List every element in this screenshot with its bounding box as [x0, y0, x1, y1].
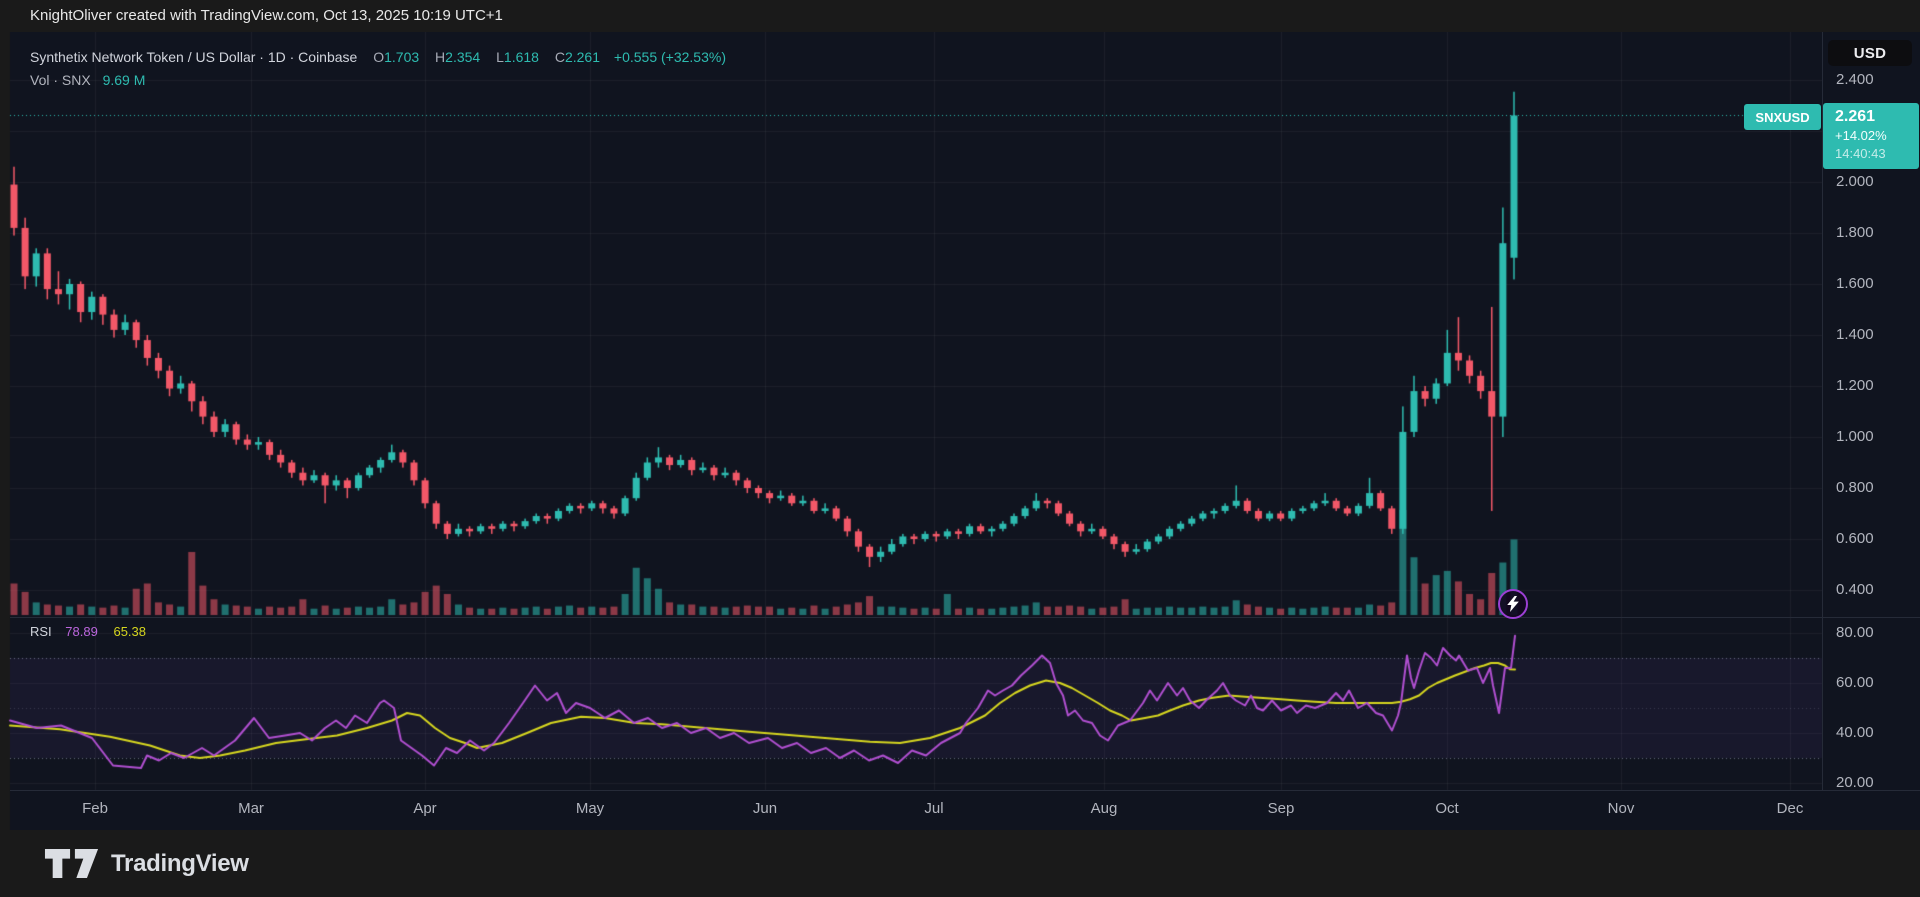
last-price-value: 2.261: [1835, 107, 1919, 127]
time-tick-label: Mar: [238, 800, 264, 817]
rsi-ma-value: 65.38: [113, 624, 146, 639]
rsi-value: 78.89: [65, 624, 98, 639]
change-value: +0.555 (+32.53%): [614, 49, 726, 65]
last-price-change-pct: +14.02%: [1835, 127, 1919, 145]
ohlc-close-key: C: [555, 49, 565, 65]
price-tick-label: 1.200: [1836, 377, 1874, 394]
footer: TradingView: [0, 830, 1920, 897]
time-tick-label: Oct: [1435, 800, 1458, 817]
time-tick-label: Jul: [924, 800, 943, 817]
attribution-text: KnightOliver created with TradingView.co…: [30, 7, 503, 24]
symbol-price-chip: SNXUSD: [1744, 104, 1821, 130]
symbol-title: Synthetix Network Token / US Dollar · 1D…: [30, 49, 357, 65]
rsi-tick-label: 80.00: [1836, 624, 1874, 641]
last-price-label: 2.261 +14.02% 14:40:43: [1823, 103, 1919, 169]
currency-button[interactable]: USD: [1828, 40, 1912, 66]
time-tick-label: May: [576, 800, 604, 817]
ohlc-high-value: 2.354: [445, 49, 480, 65]
price-tick-label: 1.400: [1836, 326, 1874, 343]
ohlc-low-key: L: [496, 49, 504, 65]
rsi-tick-label: 20.00: [1836, 774, 1874, 791]
price-tick-label: 0.600: [1836, 530, 1874, 547]
attribution-bar: KnightOliver created with TradingView.co…: [0, 0, 1920, 32]
ohlc-open-key: O: [373, 49, 384, 65]
ohlc-open-value: 1.703: [384, 49, 419, 65]
ohlc-high-key: H: [435, 49, 445, 65]
time-axis[interactable]: Feb Mar Apr May Jun Jul Aug Sep Oct Nov Dec: [10, 790, 1920, 830]
bar-countdown: 14:40:43: [1835, 145, 1919, 163]
price-tick-label: 2.400: [1836, 71, 1874, 88]
lightning-icon: [1506, 596, 1520, 612]
price-tick-label: 2.000: [1836, 173, 1874, 190]
time-tick-label: Apr: [413, 800, 436, 817]
price-tick-label: 1.600: [1836, 275, 1874, 292]
rsi-label: RSI: [30, 624, 52, 639]
price-tick-label: 0.400: [1836, 581, 1874, 598]
price-tick-label: 1.000: [1836, 428, 1874, 445]
tradingview-logo-icon[interactable]: [44, 848, 100, 879]
volume-label: Vol · SNX: [30, 72, 91, 88]
pane-separator[interactable]: [10, 617, 1920, 618]
price-tick-label: 0.800: [1836, 479, 1874, 496]
volume-legend: Vol · SNX 9.69 M: [30, 72, 145, 88]
chart-area: Synthetix Network Token / US Dollar · 1D…: [0, 32, 1920, 830]
price-tick-label: 1.800: [1836, 224, 1874, 241]
rsi-tick-label: 40.00: [1836, 724, 1874, 741]
lightning-button[interactable]: [1498, 589, 1528, 619]
time-tick-label: Sep: [1268, 800, 1295, 817]
time-tick-label: Nov: [1608, 800, 1635, 817]
volume-value: 9.69 M: [103, 72, 146, 88]
ohlc-low-value: 1.618: [504, 49, 539, 65]
time-tick-label: Jun: [753, 800, 777, 817]
time-tick-label: Feb: [82, 800, 108, 817]
time-tick-label: Aug: [1091, 800, 1118, 817]
time-tick-label: Dec: [1777, 800, 1804, 817]
tradingview-logo-text[interactable]: TradingView: [111, 850, 249, 878]
tradingview-published-chart: KnightOliver created with TradingView.co…: [0, 0, 1920, 897]
rsi-legend: RSI 78.89 65.38: [30, 624, 146, 639]
rsi-tick-label: 60.00: [1836, 674, 1874, 691]
symbol-legend: Synthetix Network Token / US Dollar · 1D…: [30, 49, 726, 65]
price-chart-canvas[interactable]: [0, 32, 1920, 830]
ohlc-close-value: 2.261: [565, 49, 600, 65]
